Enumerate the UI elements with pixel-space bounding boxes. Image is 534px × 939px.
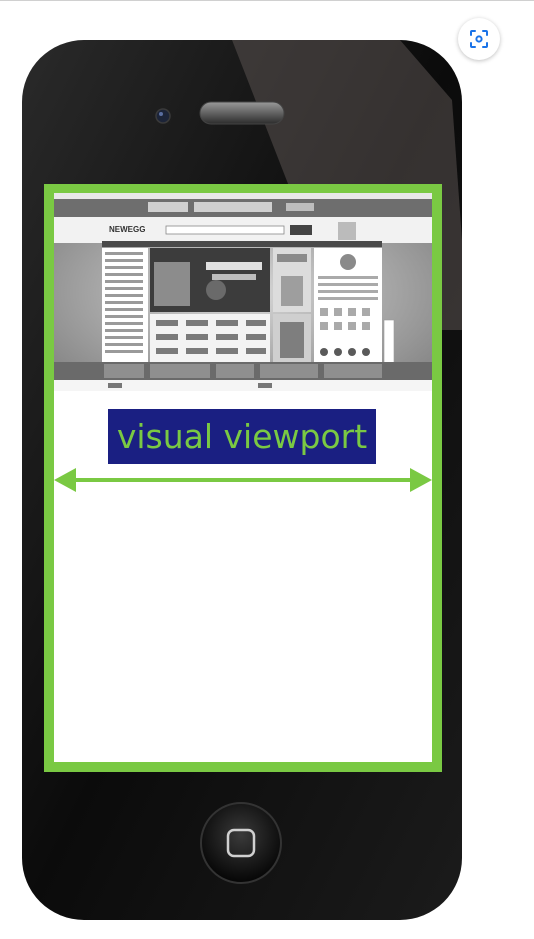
lens-search-icon xyxy=(470,30,488,48)
speaker-grille xyxy=(199,101,285,125)
camera-icon xyxy=(155,108,171,124)
visual-viewport-label-box: visual viewport xyxy=(108,409,376,464)
phone-diagram: NEWEGG xyxy=(22,40,462,920)
home-button xyxy=(200,802,282,884)
camera-glint xyxy=(159,112,163,116)
visual-viewport-label: visual viewport xyxy=(116,417,368,456)
website-screenshot: NEWEGG xyxy=(54,193,432,391)
site-logo: NEWEGG xyxy=(109,225,145,234)
lens-search-button[interactable] xyxy=(458,18,500,60)
